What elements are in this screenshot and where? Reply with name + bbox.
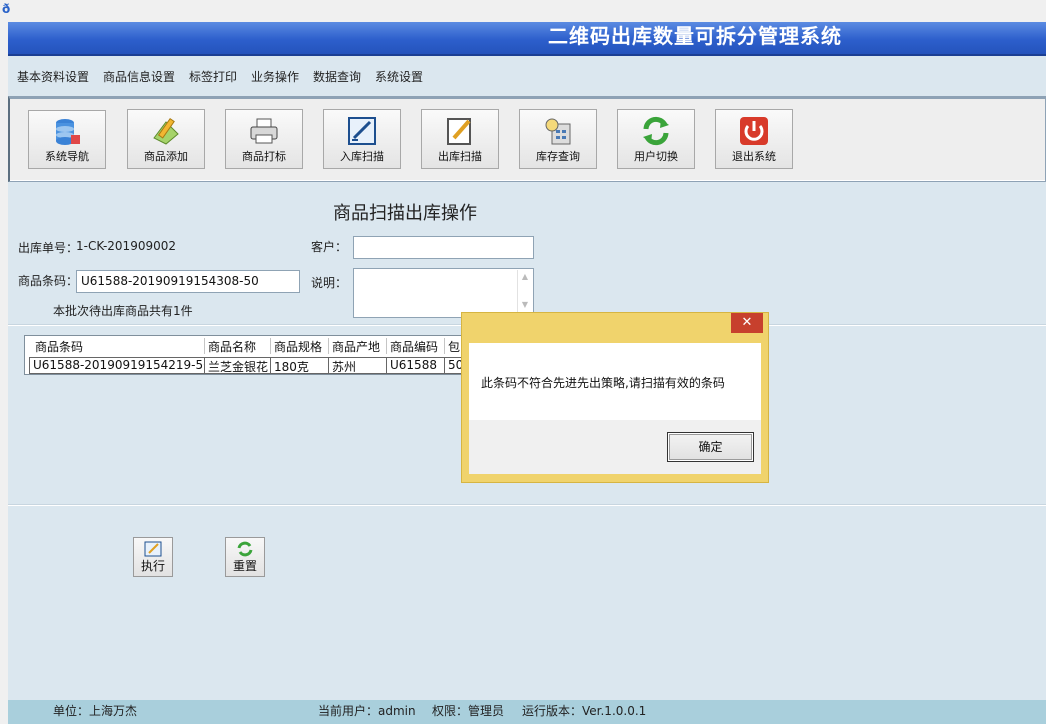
inventory-query-button[interactable]: 库存查询 xyxy=(519,109,597,169)
customer-label: 客户： xyxy=(311,240,348,254)
table-cell-barcode[interactable]: U61588-20190919154219-50 xyxy=(29,357,205,374)
scan-out-icon xyxy=(447,118,471,145)
close-icon: ✕ xyxy=(741,315,753,330)
exit-system-button[interactable]: 退出系统 xyxy=(715,109,793,169)
menu-business[interactable]: 业务操作 xyxy=(251,68,299,85)
dialog-message: 此条码不符合先进先出策略,请扫描有效的条码 xyxy=(481,376,725,390)
column-header-barcode[interactable]: 商品条码 xyxy=(32,338,205,354)
menu-product-settings[interactable]: 商品信息设置 xyxy=(103,68,175,85)
tag-product-label: 商品打标 xyxy=(242,150,286,163)
column-header-origin[interactable]: 商品产地 xyxy=(329,338,387,354)
add-product-button[interactable]: 商品添加 xyxy=(127,109,205,169)
column-header-code[interactable]: 商品编码 xyxy=(387,338,445,354)
menu-system-settings[interactable]: 系统设置 xyxy=(375,68,423,85)
order-number-value: 1-CK-201909002 xyxy=(76,239,176,253)
note-scrollbar[interactable]: ▲ ▼ xyxy=(517,270,532,316)
note-textarea[interactable] xyxy=(353,268,534,318)
separator xyxy=(8,504,1046,506)
status-unit: 单位：上海万杰 xyxy=(53,704,138,718)
barcode-input[interactable]: U61588-20190919154308-50 xyxy=(76,270,300,293)
column-header-spec[interactable]: 商品规格 xyxy=(271,338,329,354)
inventory-query-label: 库存查询 xyxy=(536,150,580,163)
scan-in-label: 入库扫描 xyxy=(340,150,384,163)
status-role: 权限：管理员 xyxy=(432,704,505,718)
title-bar xyxy=(8,22,1046,56)
system-title: 二维码出库数量可拆分管理系统 xyxy=(548,24,842,48)
note-label: 说明： xyxy=(311,276,348,290)
table-cell-origin[interactable]: 苏州 xyxy=(329,357,387,374)
column-header-name[interactable]: 商品名称 xyxy=(205,338,271,354)
reset-refresh-icon xyxy=(237,541,253,557)
switch-user-button[interactable]: 用户切换 xyxy=(617,109,695,169)
table-cell-name[interactable]: 兰芝金银花 xyxy=(205,357,271,374)
add-product-label: 商品添加 xyxy=(144,150,188,163)
barcode-label: 商品条码： xyxy=(18,274,79,288)
nav-button-label: 系统导航 xyxy=(45,150,89,163)
batch-count-note: 本批次待出库商品共有1件 xyxy=(53,304,193,318)
tag-product-button[interactable]: 商品打标 xyxy=(225,109,303,169)
execute-label: 执行 xyxy=(140,559,165,573)
order-number-label: 出库单号： xyxy=(18,241,79,255)
menu-label-print[interactable]: 标签打印 xyxy=(189,68,237,85)
scan-out-button[interactable]: 出库扫描 xyxy=(421,109,499,169)
status-version: 运行版本：Ver.1.0.0.1 xyxy=(522,704,647,718)
app-icon: ð xyxy=(2,2,11,16)
refresh-icon xyxy=(643,116,669,146)
scan-out-label: 出库扫描 xyxy=(438,150,482,163)
table-cell-code[interactable]: U61588 xyxy=(387,357,445,374)
scan-in-button[interactable]: 入库扫描 xyxy=(323,109,401,169)
dialog-ok-button[interactable]: 确定 xyxy=(667,432,754,462)
edit-pencil-icon xyxy=(153,117,179,145)
exit-system-label: 退出系统 xyxy=(732,150,776,163)
reset-button[interactable]: 重置 xyxy=(225,537,265,577)
power-icon xyxy=(740,117,768,145)
printer-icon xyxy=(250,118,278,144)
dialog-close-button[interactable]: ✕ xyxy=(731,313,763,333)
execute-icon xyxy=(144,541,162,557)
customer-input[interactable] xyxy=(353,236,534,259)
menu-basic-settings[interactable]: 基本资料设置 xyxy=(17,68,89,85)
nav-button[interactable]: 系统导航 xyxy=(28,110,106,169)
switch-user-label: 用户切换 xyxy=(634,150,678,163)
menu-data-query[interactable]: 数据查询 xyxy=(313,68,361,85)
form-title: 商品扫描出库操作 xyxy=(333,203,477,224)
scan-in-icon xyxy=(348,117,376,145)
reset-label: 重置 xyxy=(232,559,257,573)
table-cell-spec[interactable]: 180克 xyxy=(271,357,329,374)
inventory-search-icon xyxy=(545,118,571,145)
status-user: 当前用户：admin xyxy=(318,704,416,718)
execute-button[interactable]: 执行 xyxy=(133,537,173,577)
database-icon xyxy=(56,119,80,145)
